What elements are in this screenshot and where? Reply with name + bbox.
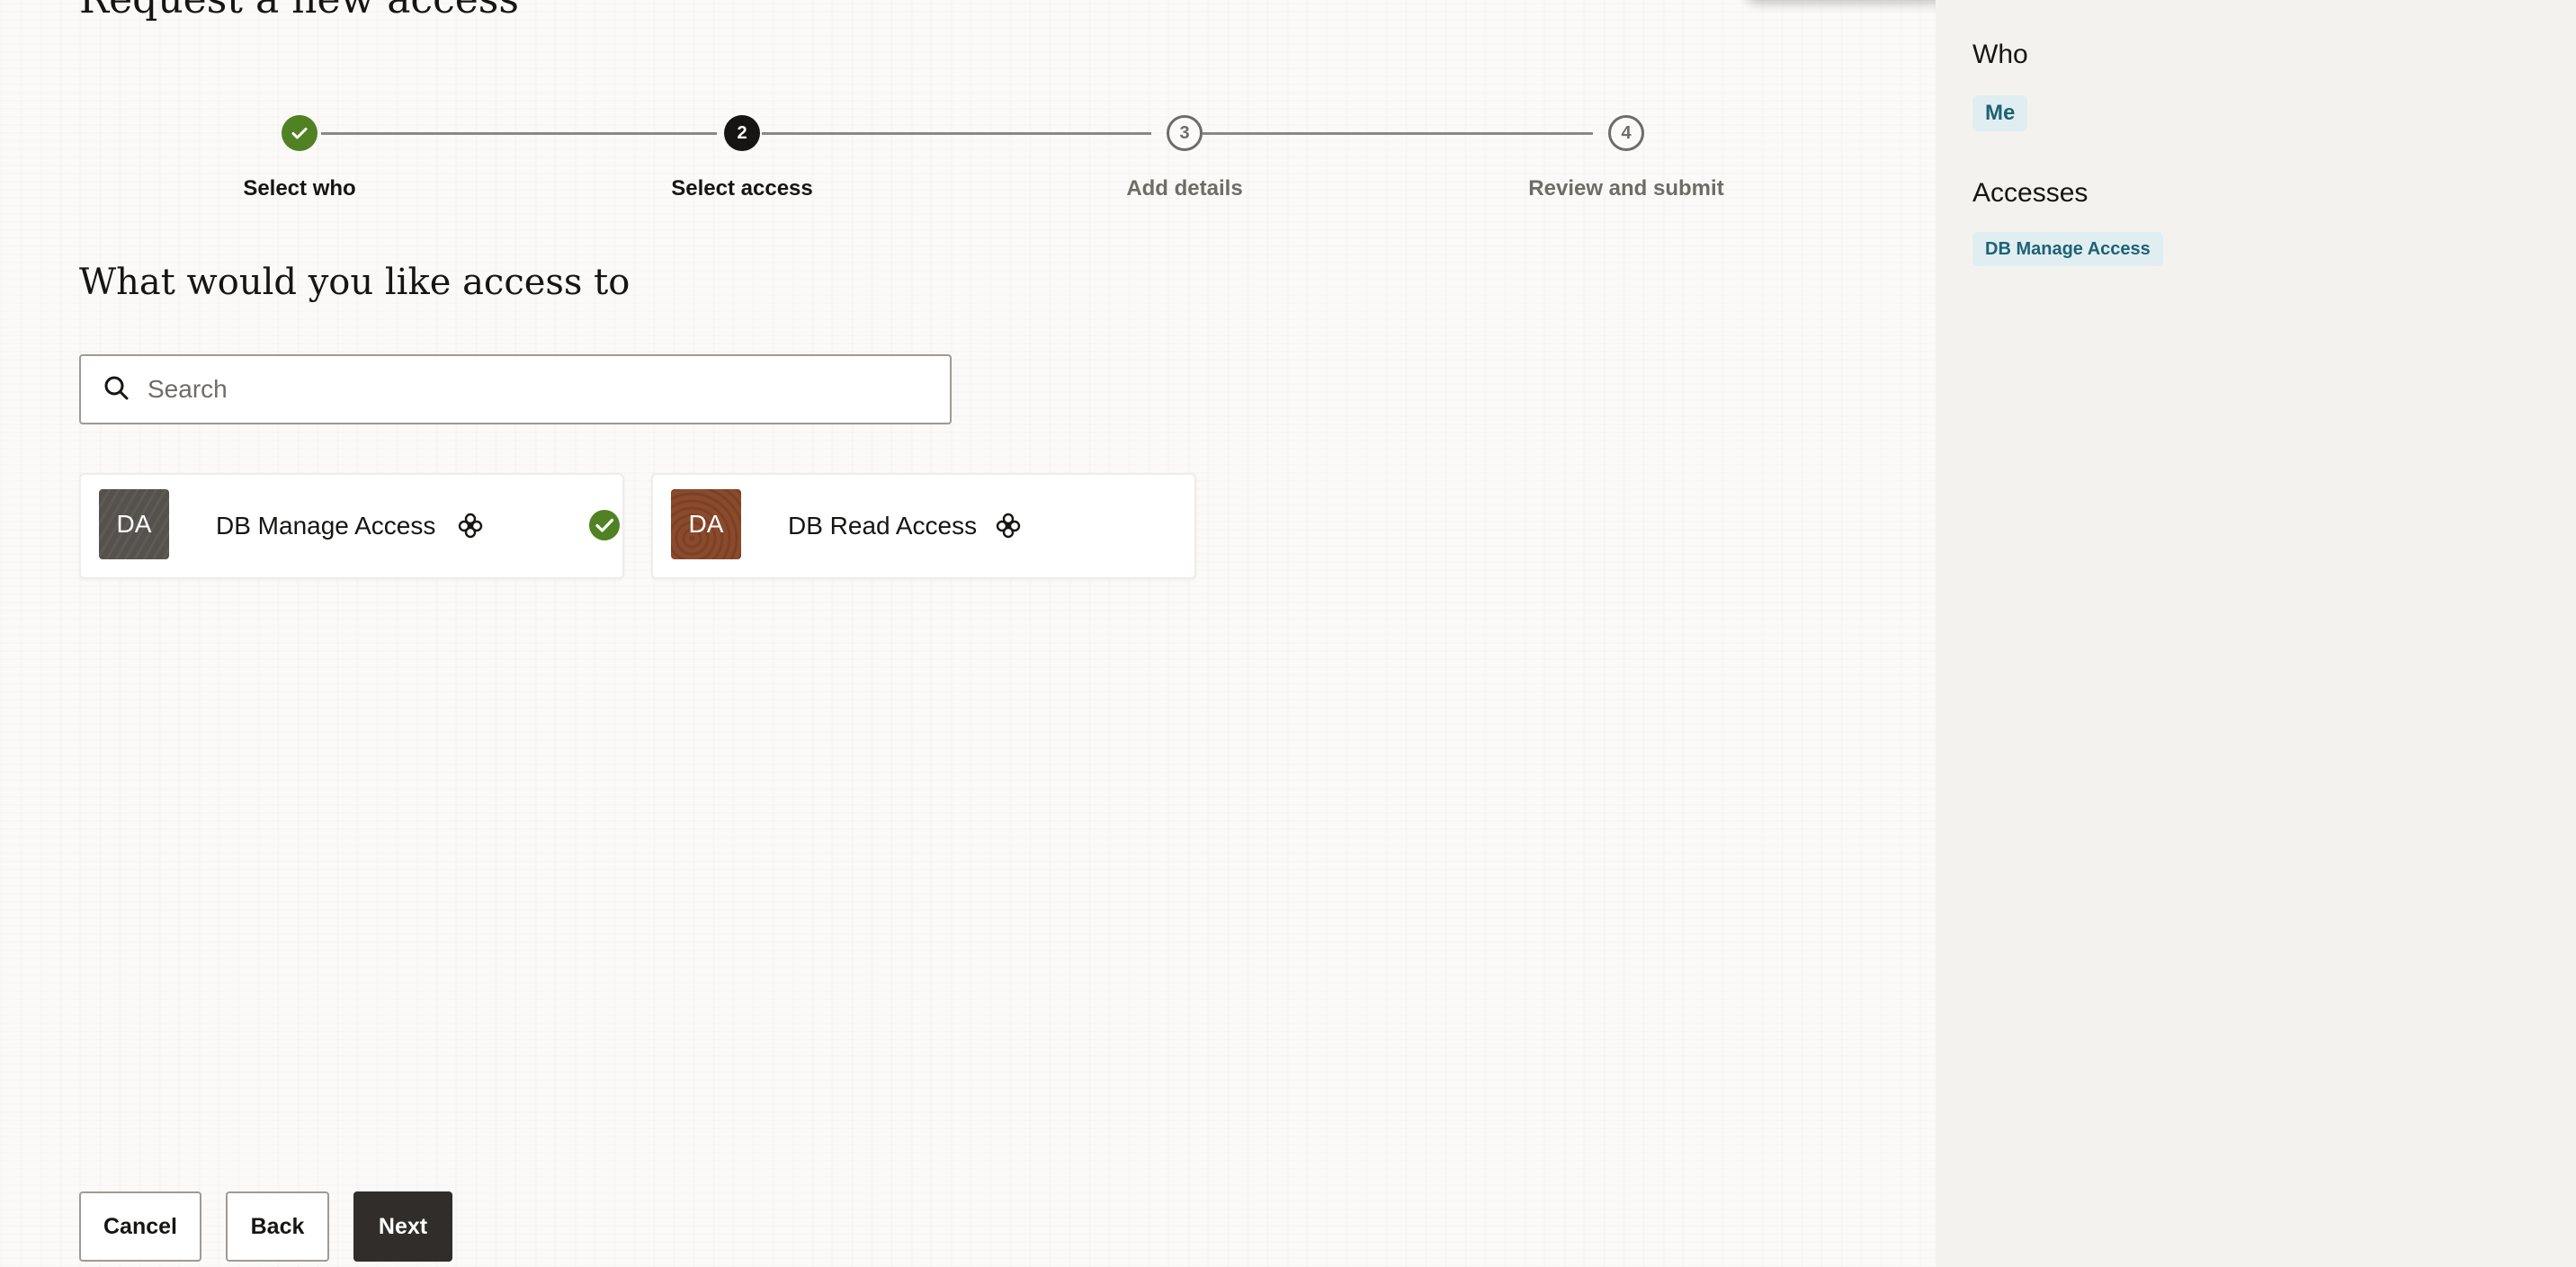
- main-content: Request a new access Select who 2 Select…: [0, 0, 1936, 1267]
- access-card-db-manage-access[interactable]: DA DB Manage Access: [79, 473, 624, 579]
- access-chip: DB Manage Access: [1972, 232, 2163, 266]
- step-select-access[interactable]: 2 Select access: [553, 115, 931, 201]
- summary-panel: Who Me Accesses DB Manage Access: [1936, 0, 2576, 1267]
- stepper: Select who 2 Select access 3 Add details…: [0, 0, 1936, 216]
- accesses-heading: Accesses: [1972, 178, 2089, 208]
- search-input[interactable]: [148, 356, 939, 423]
- search-box[interactable]: [79, 354, 952, 424]
- step-label: Select who: [243, 176, 356, 201]
- step-label: Review and submit: [1528, 176, 1724, 201]
- access-card-db-read-access[interactable]: DA DB Read Access: [651, 473, 1196, 579]
- back-button[interactable]: Back: [226, 1191, 329, 1262]
- step-review-and-submit[interactable]: 4 Review and submit: [1437, 115, 1815, 201]
- access-avatar: DA: [671, 489, 741, 559]
- search-icon: [101, 372, 133, 405]
- cancel-button[interactable]: Cancel: [79, 1191, 201, 1262]
- who-heading: Who: [1972, 40, 2028, 69]
- bundle-icon: [995, 513, 1022, 540]
- step-label: Select access: [671, 176, 813, 201]
- access-avatar: DA: [99, 489, 169, 559]
- step-complete-icon: [282, 115, 318, 151]
- access-card-label: DB Read Access: [788, 512, 978, 540]
- access-card-label: DB Manage Access: [216, 512, 436, 540]
- bundle-icon: [457, 513, 484, 540]
- step-select-who[interactable]: Select who: [111, 115, 488, 201]
- section-title: What would you like access to: [79, 262, 631, 303]
- step-number: 4: [1608, 115, 1644, 151]
- next-button[interactable]: Next: [353, 1191, 452, 1262]
- step-label: Add details: [1126, 176, 1243, 201]
- who-chip: Me: [1972, 95, 2028, 131]
- step-number: 3: [1167, 115, 1203, 151]
- step-number: 2: [724, 115, 760, 151]
- selected-check-icon: [588, 509, 621, 541]
- step-add-details[interactable]: 3 Add details: [996, 115, 1373, 201]
